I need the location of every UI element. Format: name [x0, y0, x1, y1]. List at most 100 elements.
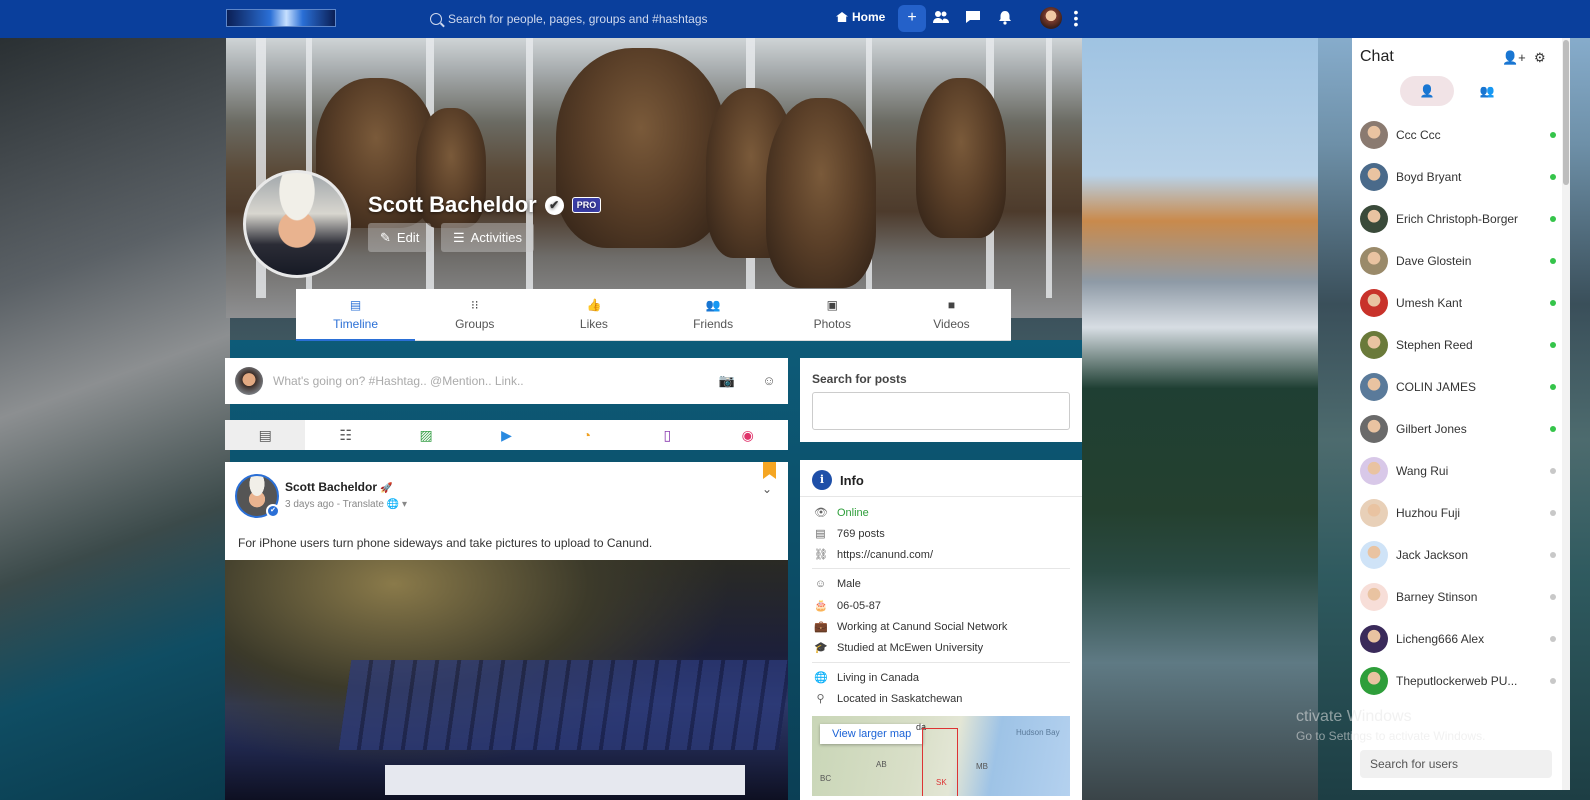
chat-user-item[interactable]: Licheng666 Alex	[1352, 618, 1562, 660]
tab-videos[interactable]: ■ Videos	[892, 289, 1011, 340]
tab-likes[interactable]: 👍 Likes	[534, 289, 653, 340]
info-header: i Info	[812, 470, 864, 490]
scrollbar-thumb[interactable]	[1563, 40, 1569, 185]
post-image[interactable]	[225, 560, 788, 800]
chat-user-item[interactable]: COLIN JAMES	[1352, 366, 1562, 408]
thumbs-up-icon: 👍	[586, 298, 602, 312]
tab-label: Timeline	[333, 317, 379, 331]
chat-user-item[interactable]: Boyd Bryant	[1352, 156, 1562, 198]
chat-user-item[interactable]: Huzhou Fuji	[1352, 492, 1562, 534]
info-row-work: 💼 Working at Canund Social Network	[814, 620, 1008, 634]
post-text: For iPhone users turn phone sideways and…	[238, 536, 653, 550]
search-posts-card: Search for posts	[800, 358, 1082, 442]
privacy-globe-icon[interactable]: 🌐 ▾	[387, 499, 407, 510]
chat-user-item[interactable]: Umesh Kant	[1352, 282, 1562, 324]
user-avatar-menu[interactable]	[1040, 7, 1062, 29]
edit-profile-button[interactable]: ✎ Edit	[368, 223, 432, 252]
cake-icon: 🎂	[814, 600, 828, 612]
global-search-placeholder[interactable]: Search for people, pages, groups and #ha…	[448, 12, 708, 26]
groups-icon: ⁝⁝	[470, 298, 479, 312]
post-type-file-icon[interactable]: ▯	[627, 420, 707, 450]
chat-user-avatar	[1360, 457, 1388, 485]
post-type-poll-icon[interactable]: ◔	[547, 420, 627, 450]
post-type-image-icon[interactable]: ▨	[386, 420, 466, 450]
tab-timeline[interactable]: ▤ Timeline	[296, 289, 416, 341]
gear-icon[interactable]: ⚙	[1534, 50, 1546, 66]
composer-input[interactable]: What's going on? #Hashtag.. @Mention.. L…	[273, 374, 694, 388]
offline-status-dot	[1550, 636, 1556, 642]
post-author[interactable]: Scott Bacheldor 🚀	[285, 480, 393, 494]
create-button[interactable]: +	[898, 5, 926, 32]
chat-user-item[interactable]: Jack Jackson	[1352, 534, 1562, 576]
chevron-down-icon[interactable]: ⌄	[762, 482, 772, 496]
chat-user-avatar	[1360, 499, 1388, 527]
chat-tab-users[interactable]: 👤	[1400, 76, 1454, 106]
chat-user-avatar	[1360, 331, 1388, 359]
info-row-location: ⚲ Located in Saskatchewan	[814, 692, 962, 706]
map-label: MB	[976, 762, 988, 771]
view-larger-map-button[interactable]: View larger map	[820, 724, 924, 744]
friends-tab-icon: 👥	[705, 298, 721, 312]
bookmark-icon[interactable]	[763, 462, 776, 479]
map-label: AB	[876, 760, 887, 769]
chat-user-name: Jack Jackson	[1396, 548, 1469, 562]
info-row-website[interactable]: ⛓ https://canund.com/	[814, 548, 933, 562]
search-posts-title: Search for posts	[812, 372, 907, 386]
notifications-icon[interactable]	[996, 10, 1014, 28]
chat-user-item[interactable]: Barney Stinson	[1352, 576, 1562, 618]
chat-user-avatar	[1360, 205, 1388, 233]
chat-user-avatar	[1360, 121, 1388, 149]
messages-icon[interactable]	[964, 10, 982, 28]
location-map[interactable]: View larger map da Hudson Bay AB MB BC S…	[812, 716, 1070, 796]
tab-friends[interactable]: 👥 Friends	[654, 289, 773, 340]
site-logo[interactable]	[226, 9, 336, 27]
chat-tab-groups[interactable]: 👥	[1460, 76, 1514, 106]
info-row-education: 🎓 Studied at McEwen University	[814, 641, 983, 655]
globe-icon: 🌐	[814, 672, 828, 684]
chat-search-input[interactable]: Search for users	[1360, 750, 1552, 778]
online-status-dot	[1550, 216, 1556, 222]
chat-user-item[interactable]: Stephen Reed	[1352, 324, 1562, 366]
global-search[interactable]: Search for people, pages, groups and #ha…	[430, 9, 810, 29]
more-options-icon[interactable]: • • •	[1072, 5, 1080, 31]
camera-icon[interactable]: 📷	[718, 373, 736, 389]
chat-user-item[interactable]: Theputlockerweb PU...	[1352, 660, 1562, 702]
sticker-icon[interactable]: ☺	[760, 373, 778, 389]
chat-user-item[interactable]: Erich Christoph-Borger	[1352, 198, 1562, 240]
profile-avatar[interactable]	[243, 170, 351, 278]
chat-title: Chat	[1360, 48, 1394, 65]
post-author-name[interactable]: Scott Bacheldor	[285, 480, 377, 494]
info-row-text: Working at Canund Social Network	[837, 620, 1008, 633]
tab-photos[interactable]: ▣ Photos	[773, 289, 892, 340]
home-link[interactable]: Home	[836, 10, 885, 24]
chat-scrollbar[interactable]	[1562, 38, 1570, 790]
info-row-text[interactable]: https://canund.com/	[837, 549, 933, 561]
chat-user-name: Wang Rui	[1396, 464, 1449, 478]
search-posts-input[interactable]	[812, 392, 1070, 430]
tab-groups[interactable]: ⁝⁝ Groups	[415, 289, 534, 340]
post-type-location-icon[interactable]: ◉	[708, 420, 788, 450]
post-type-video-icon[interactable]: ▶	[466, 420, 546, 450]
map-label: SK	[936, 778, 947, 787]
profile-tabs: ▤ Timeline ⁝⁝ Groups 👍 Likes 👥 Friends ▣…	[296, 289, 1011, 341]
add-user-icon[interactable]: 👤+	[1502, 50, 1526, 66]
post-meta-text[interactable]: 3 days ago - Translate	[285, 499, 384, 510]
online-status-dot	[1550, 384, 1556, 390]
chat-user-name: COLIN JAMES	[1396, 380, 1477, 394]
pencil-icon: ✎	[380, 229, 391, 245]
timeline-icon: ▤	[349, 298, 362, 312]
post-type-list-icon[interactable]: ☷	[305, 420, 385, 450]
post-author-avatar[interactable]: ✔	[235, 474, 280, 518]
activities-button[interactable]: ☰ Activities	[441, 223, 534, 252]
chat-user-avatar	[1360, 415, 1388, 443]
chat-user-item[interactable]: Gilbert Jones	[1352, 408, 1562, 450]
map-label: Hudson Bay	[1016, 728, 1060, 737]
post-type-text-icon[interactable]: ▤	[225, 420, 306, 450]
tab-label: Likes	[579, 317, 608, 331]
chat-user-avatar	[1360, 163, 1388, 191]
info-row-text: 769 posts	[837, 527, 885, 540]
chat-user-item[interactable]: Dave Glostein	[1352, 240, 1562, 282]
chat-user-item[interactable]: Ccc Ccc	[1352, 114, 1562, 156]
friends-icon[interactable]	[932, 10, 950, 28]
chat-user-item[interactable]: Wang Rui	[1352, 450, 1562, 492]
